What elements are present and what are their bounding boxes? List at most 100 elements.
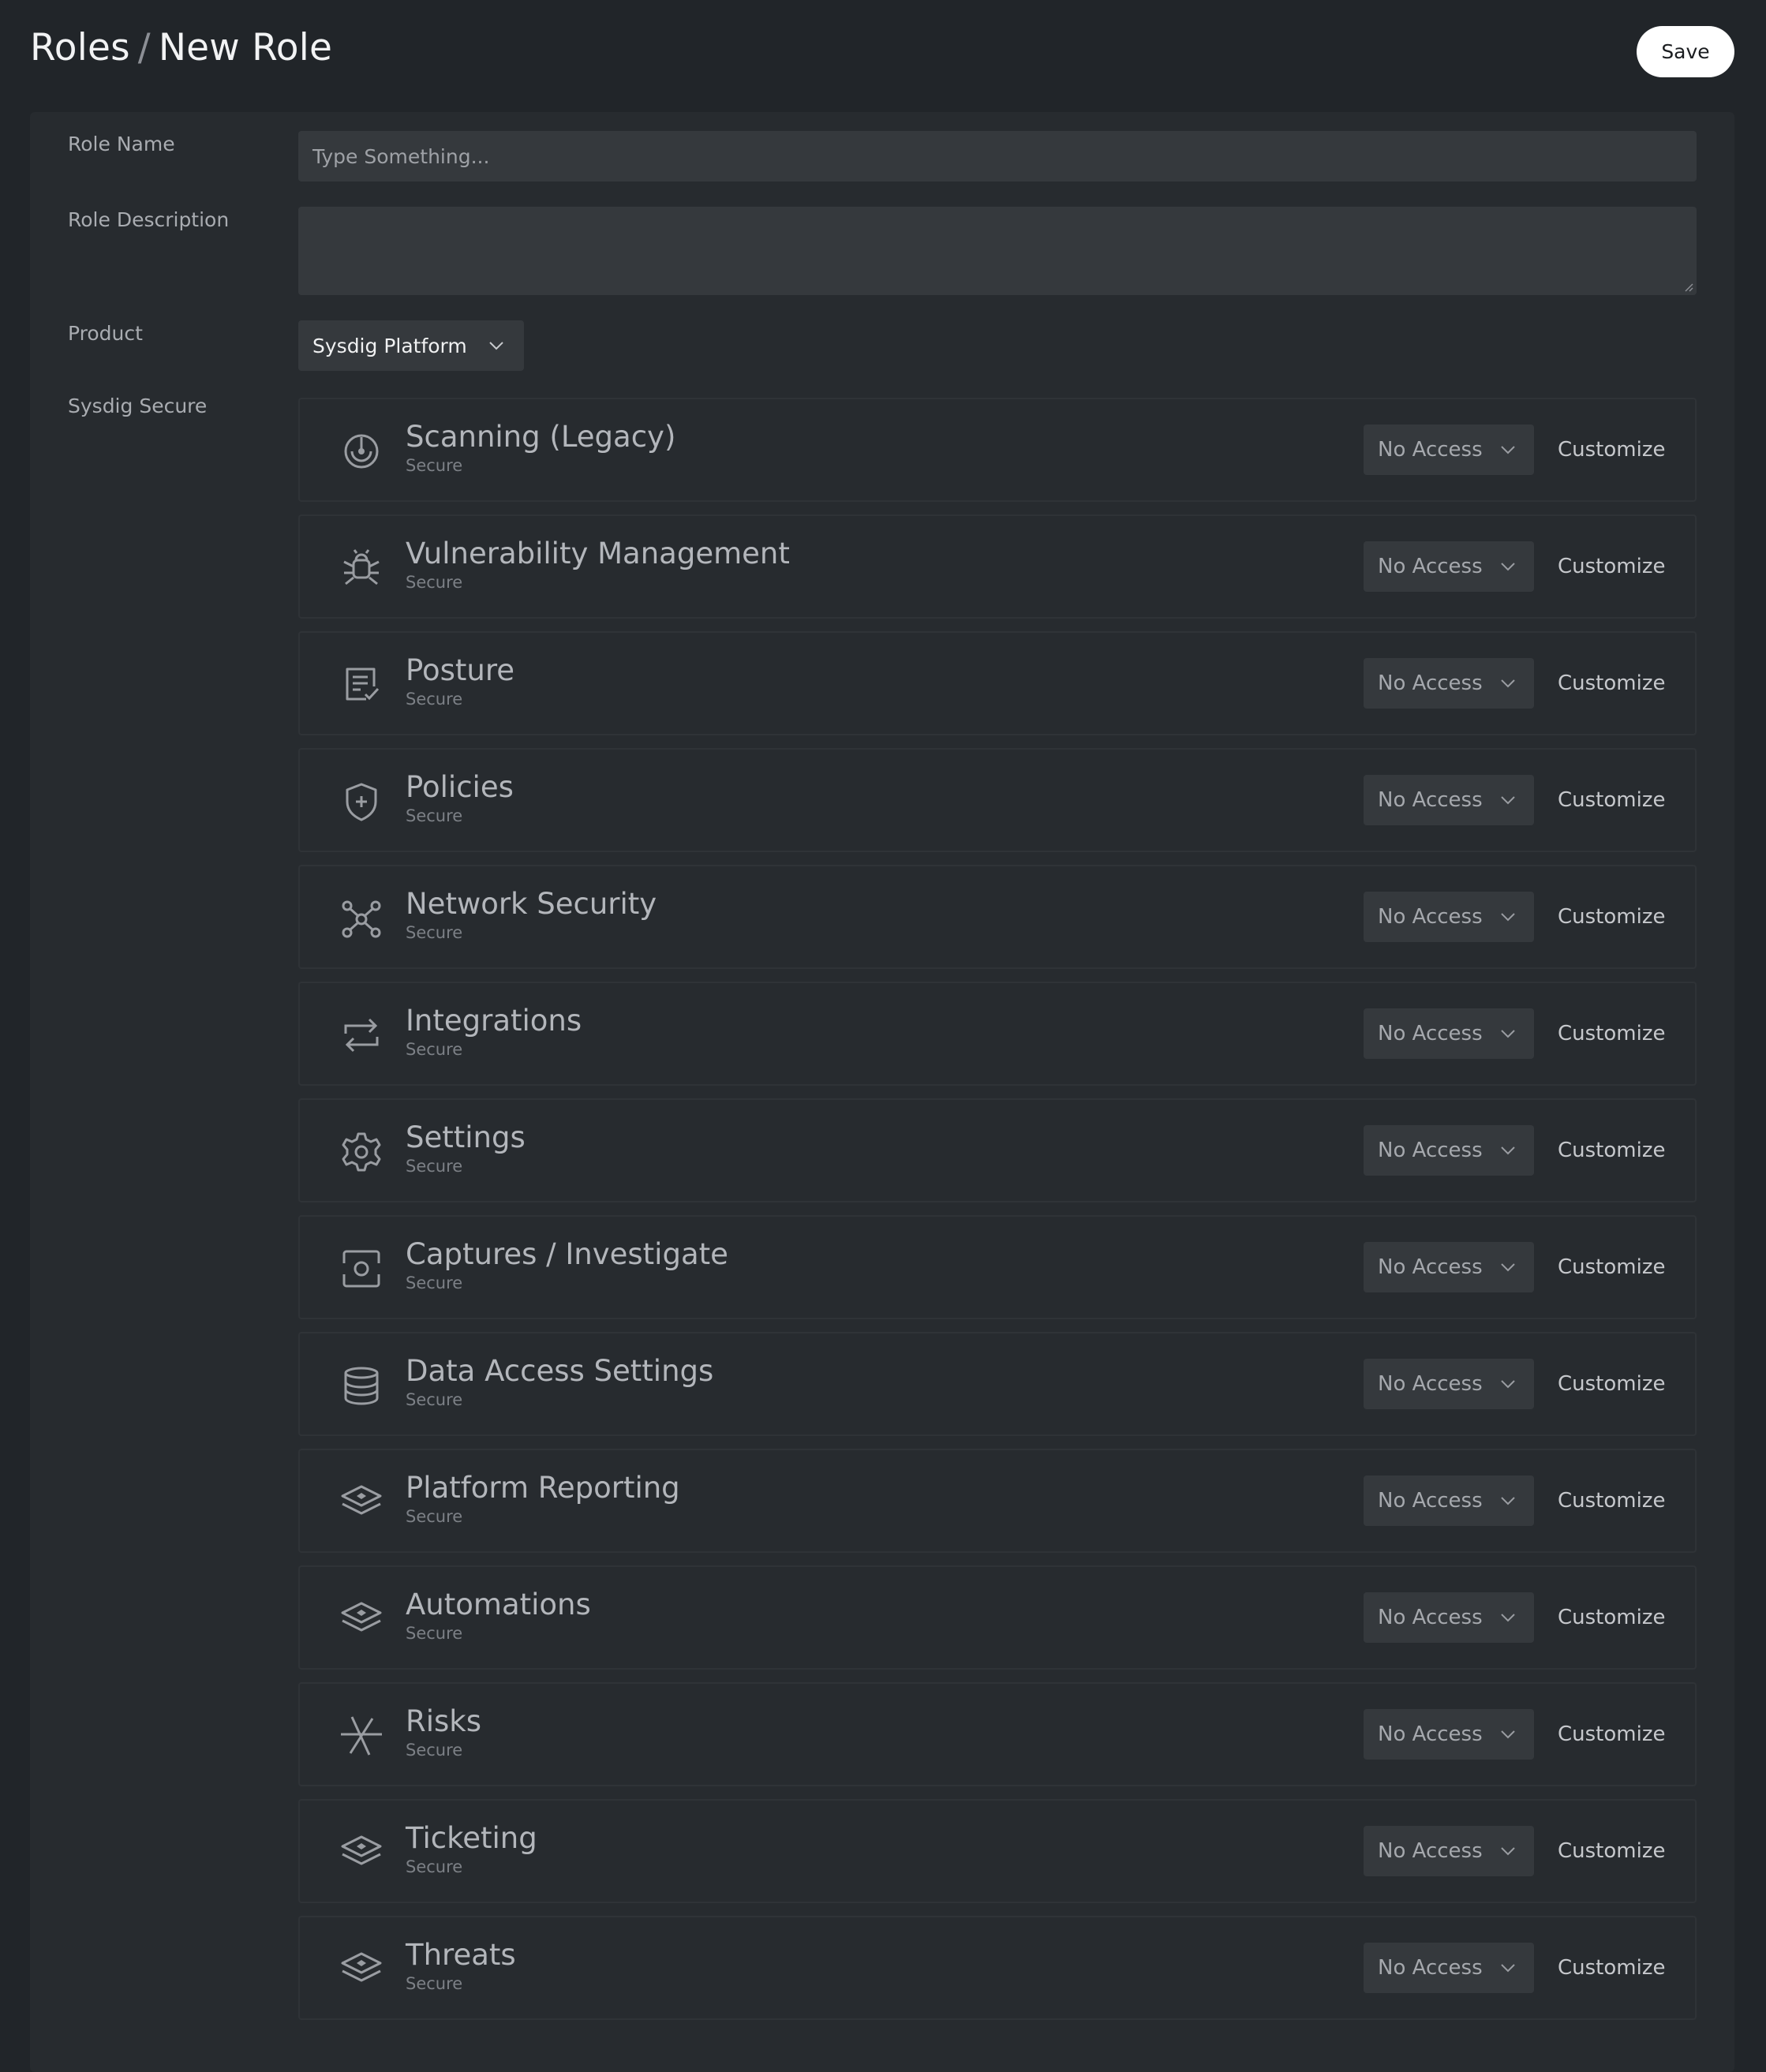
customize-button[interactable]: Customize [1558,1359,1665,1409]
customize-button[interactable]: Customize [1558,1826,1665,1876]
access-level-select[interactable]: No Access [1364,775,1534,825]
access-level-select[interactable]: No Access [1364,1826,1534,1876]
permission-card: Ticketing Secure No Access Customize [298,1799,1697,1903]
access-level-value: No Access [1378,1489,1483,1513]
breadcrumb-roles-link[interactable]: Roles [30,26,130,69]
product-select-value: Sysdig Platform [312,334,467,357]
customize-button[interactable]: Customize [1558,1592,1665,1643]
chevron-down-icon [1501,1730,1515,1739]
resize-handle-icon[interactable] [1684,282,1693,292]
customize-button[interactable]: Customize [1558,1242,1665,1292]
permission-title: Policies [406,770,514,804]
permission-subtitle: Secure [406,1857,463,1876]
access-level-select[interactable]: No Access [1364,1709,1534,1760]
access-level-select[interactable]: No Access [1364,1943,1534,1993]
access-level-value: No Access [1378,1372,1483,1396]
customize-button[interactable]: Customize [1558,775,1665,825]
chevron-down-icon [489,342,503,350]
role-description-textarea[interactable] [298,207,1697,295]
permission-subtitle: Secure [406,690,463,709]
breadcrumb: Roles / New Role [30,26,332,78]
customize-button[interactable]: Customize [1558,1125,1665,1176]
access-level-select[interactable]: No Access [1364,658,1534,709]
repeat-arrows-icon [344,1018,379,1053]
chevron-down-icon [1501,1964,1515,1973]
access-level-select[interactable]: No Access [1364,1008,1534,1059]
layers-icon [341,1952,382,1982]
customize-button[interactable]: Customize [1558,892,1665,942]
product-select[interactable]: Sysdig Platform [298,320,524,371]
bug-icon [343,549,380,585]
permission-card: Automations Secure No Access Customize [298,1565,1697,1670]
permission-subtitle: Secure [406,923,463,942]
permission-card: Vulnerability Management Secure No Access C… [298,514,1697,619]
permission-card: Threats Secure No Access Customize [298,1916,1697,2020]
risk-burst-icon [341,1716,382,1756]
chevron-down-icon [1501,1497,1515,1505]
role-name-placeholder: Type Something... [312,144,490,168]
permission-card: Scanning (Legacy) Secure No Access Customiz… [298,398,1697,502]
network-nodes-icon [342,900,381,938]
permission-subtitle: Secure [406,1974,463,1993]
scanning-radar-icon [344,434,379,469]
permission-title: Automations [406,1588,591,1621]
access-level-value: No Access [1378,671,1483,695]
permission-subtitle: Secure [406,1390,463,1409]
permission-title: Vulnerability Management [406,537,790,570]
customize-button[interactable]: Customize [1558,1475,1665,1526]
customize-button[interactable]: Customize [1558,658,1665,709]
permission-card: Risks Secure No Access Customize [298,1682,1697,1786]
gear-icon [342,1132,381,1172]
layers-icon [341,1485,382,1515]
permission-card: Settings Secure No Access Customize [298,1098,1697,1202]
permission-title: Captures / Investigate [406,1237,728,1271]
access-level-value: No Access [1378,1606,1483,1629]
breadcrumb-separator: / [137,26,151,69]
customize-button[interactable]: Customize [1558,1943,1665,1993]
permission-subtitle: Secure [406,1507,463,1526]
role-name-input[interactable]: Type Something... [298,131,1697,181]
permission-subtitle: Secure [406,1157,463,1176]
access-level-select[interactable]: No Access [1364,424,1534,475]
access-level-select[interactable]: No Access [1364,1359,1534,1409]
chevron-down-icon [1501,1030,1515,1038]
access-level-select[interactable]: No Access [1364,1125,1534,1176]
capture-focus-icon [341,1250,382,1288]
section-label-sysdig-secure: Sysdig Secure [68,395,208,417]
chevron-down-icon [1501,1847,1515,1856]
customize-button[interactable]: Customize [1558,1709,1665,1760]
database-icon [344,1367,379,1405]
permission-card: Network Security Secure No Access Customize [298,865,1697,969]
chevron-down-icon [1501,1263,1515,1272]
customize-button[interactable]: Customize [1558,1008,1665,1059]
customize-button[interactable]: Customize [1558,541,1665,592]
access-level-select[interactable]: No Access [1364,1242,1534,1292]
permission-title: Platform Reporting [406,1471,680,1505]
product-label: Product [68,322,143,345]
permission-subtitle: Secure [406,1741,463,1760]
access-level-select[interactable]: No Access [1364,892,1534,942]
save-button[interactable]: Save [1637,26,1734,77]
access-level-value: No Access [1378,905,1483,929]
permission-card: Integrations Secure No Access Customize [298,982,1697,1086]
permission-title: Integrations [406,1004,582,1038]
permission-card: Platform Reporting Secure No Access Customi… [298,1449,1697,1553]
role-description-label: Role Description [68,208,230,231]
access-level-select[interactable]: No Access [1364,1592,1534,1643]
layers-icon [341,1835,382,1865]
layers-icon [341,1602,382,1632]
permission-card: Policies Secure No Access Customize [298,748,1697,852]
permission-title: Threats [406,1938,516,1972]
access-level-select[interactable]: No Access [1364,541,1534,592]
permission-card: Posture Secure No Access Customize [298,631,1697,735]
customize-button[interactable]: Customize [1558,424,1665,475]
access-level-value: No Access [1378,1022,1483,1045]
page-title: New Role [158,26,333,69]
access-level-select[interactable]: No Access [1364,1475,1534,1526]
chevron-down-icon [1501,1614,1515,1622]
chevron-down-icon [1501,796,1515,805]
permission-subtitle: Secure [406,1273,463,1292]
permission-subtitle: Secure [406,1624,463,1643]
chevron-down-icon [1501,1380,1515,1389]
permission-title: Data Access Settings [406,1354,714,1388]
